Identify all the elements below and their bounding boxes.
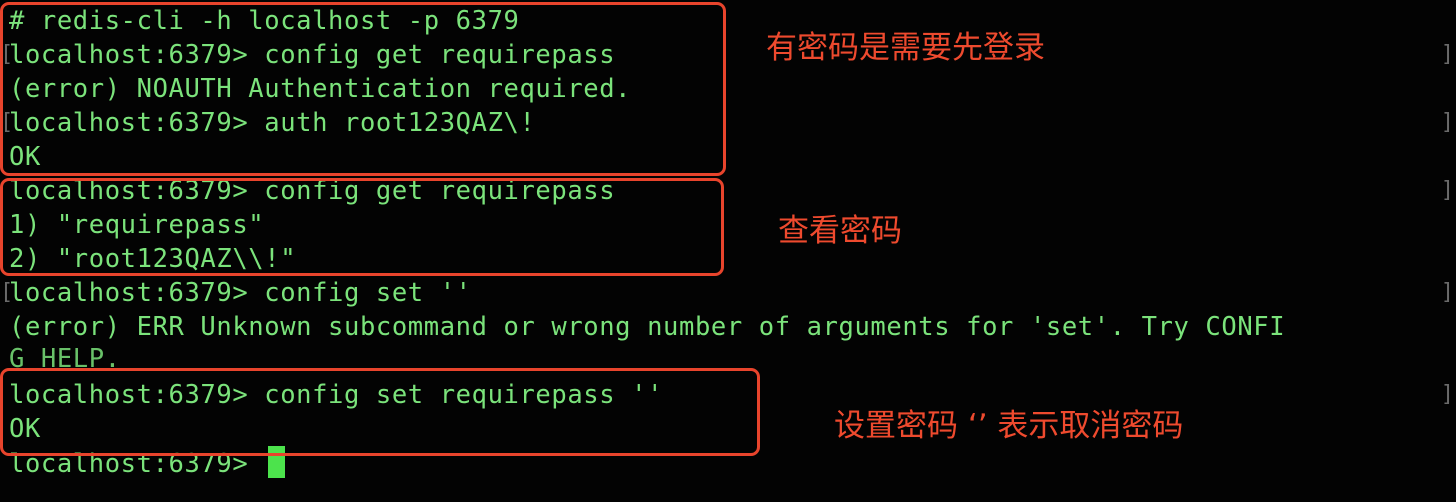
line-edge-right: ]	[1440, 110, 1454, 135]
line-edge-right: ]	[1440, 42, 1454, 67]
terminal-window[interactable]: # redis-cli -h localhost -p 6379 localho…	[0, 0, 1456, 502]
line-edge-right: ]	[1440, 178, 1454, 203]
line-edge-right: ]	[1440, 382, 1454, 407]
login-annotation: 有密码是需要先登录	[766, 30, 1045, 66]
view-password-annotation: 查看密码	[778, 213, 902, 249]
line-edge-right: ]	[1440, 280, 1454, 305]
terminal-line-config-set: localhost:6379> config set ''	[9, 278, 472, 308]
line-edge-left: [	[0, 280, 14, 305]
terminal-line-err-unknown: (error) ERR Unknown subcommand or wrong …	[9, 312, 1286, 342]
clear-password-annotation: 设置密码 ‘’ 表示取消密码	[834, 408, 1184, 444]
login-highlight-box	[0, 2, 726, 176]
clear-password-highlight-box	[0, 368, 760, 456]
view-password-highlight-box	[0, 178, 724, 276]
